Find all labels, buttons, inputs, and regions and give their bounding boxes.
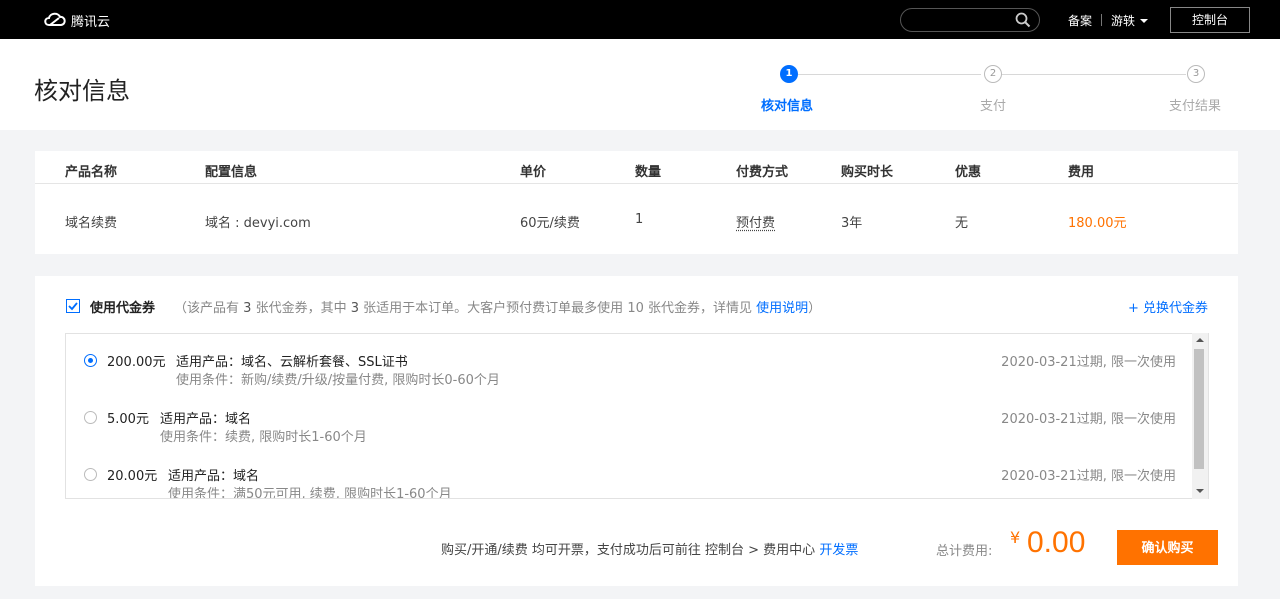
voucher-desc-text: 张适用于本订单。大客户预付费订单最多使用 <box>363 301 624 316</box>
voucher-radio-selected[interactable] <box>84 354 97 367</box>
issue-invoice-link[interactable]: 开发票 <box>819 543 858 558</box>
voucher-expiry: 2020-03-21过期, 限一次使用 <box>1001 355 1176 370</box>
top-nav-bar: 腾讯云 备案 游轶 控制台 <box>0 0 1280 39</box>
voucher-count-max: 10 <box>627 301 644 316</box>
scroll-down-icon[interactable] <box>1196 489 1204 493</box>
voucher-item[interactable]: 5.00元 适用产品：域名 使用条件：续费, 限购时长1-60个月 2020-0… <box>66 408 1176 458</box>
invoice-note-text: 购买/开通/续费 均可开票，支付成功后可前往 控制台 > 费用中心 <box>441 543 816 558</box>
step-3-label: 支付结果 <box>1169 99 1222 114</box>
voucher-condition: 使用条件：新购/续费/升级/按量付费, 限购时长0-60个月 <box>176 373 500 388</box>
voucher-scope: 适用产品：域名 <box>160 412 252 427</box>
voucher-condition: 使用条件：续费, 限购时长1-60个月 <box>160 430 367 445</box>
progress-steps: 1 2 3 核对信息 支付 支付结果 <box>0 39 1280 130</box>
voucher-amount: 200.00元 <box>107 355 166 370</box>
page-header: 核对信息 1 2 3 核对信息 支付 支付结果 <box>0 39 1280 130</box>
voucher-panel: 使用代金券 （该产品有 3 张代金券，其中 3 张适用于本订单。大客户预付费订单… <box>35 276 1238 586</box>
step-connector <box>798 74 981 75</box>
beian-link[interactable]: 备案 <box>1068 12 1092 29</box>
col-billing-mode: 付费方式 <box>736 165 789 180</box>
voucher-list[interactable]: 200.00元 适用产品：域名、云解析套餐、SSL证书 使用条件：新购/续费/升… <box>65 333 1209 499</box>
col-quantity: 数量 <box>635 165 662 180</box>
step-2-label: 支付 <box>980 99 1007 114</box>
table-header: 产品名称 配置信息 单价 数量 付费方式 购买时长 优惠 费用 <box>35 151 1238 184</box>
use-voucher-checkbox[interactable] <box>66 299 80 313</box>
voucher-desc-text: 张代金券，其中 <box>255 301 347 316</box>
voucher-desc-text: ） <box>808 301 822 316</box>
console-button[interactable]: 控制台 <box>1170 7 1250 33</box>
search-input[interactable] <box>900 8 1040 32</box>
cell-discount: 无 <box>955 216 969 231</box>
cell-config: 域名 : devyi.com <box>205 216 311 231</box>
voucher-radio[interactable] <box>84 411 97 424</box>
voucher-radio[interactable] <box>84 468 97 481</box>
voucher-scope: 适用产品：域名、云解析套餐、SSL证书 <box>176 355 408 370</box>
voucher-item[interactable]: 200.00元 适用产品：域名、云解析套餐、SSL证书 使用条件：新购/续费/升… <box>66 351 1176 401</box>
step-connector <box>1002 74 1186 75</box>
voucher-desc-text: 张代金券，详情见 <box>648 301 753 316</box>
invoice-note: 购买/开通/续费 均可开票，支付成功后可前往 控制台 > 费用中心 开发票 <box>441 539 858 558</box>
cloud-logo-icon <box>44 12 66 26</box>
total-label: 总计费用: <box>936 544 993 559</box>
voucher-title: 使用代金券 <box>90 301 156 316</box>
voucher-expiry: 2020-03-21过期, 限一次使用 <box>1001 469 1176 484</box>
search-icon[interactable] <box>1015 12 1031 28</box>
order-table: 产品名称 配置信息 单价 数量 付费方式 购买时长 优惠 费用 域名续费 域名 … <box>35 151 1238 254</box>
voucher-expiry: 2020-03-21过期, 限一次使用 <box>1001 412 1176 427</box>
scrollbar-thumb[interactable] <box>1194 349 1204 469</box>
voucher-condition: 使用条件：满50元可用, 续费, 限购时长1-60个月 <box>168 487 452 499</box>
currency-symbol: ¥ <box>1010 528 1021 547</box>
col-fee: 费用 <box>1068 165 1095 180</box>
step-2-circle: 2 <box>984 65 1002 83</box>
cell-duration: 3年 <box>841 216 863 231</box>
voucher-amount: 5.00元 <box>107 412 149 427</box>
cell-fee: 180.00元 <box>1068 216 1127 231</box>
cell-billing-mode[interactable]: 预付费 <box>736 212 775 231</box>
voucher-list-scrollbar[interactable] <box>1192 333 1208 499</box>
voucher-desc-text: （该产品有 <box>174 301 240 316</box>
checkmark-icon <box>68 302 78 311</box>
nav-divider <box>1101 14 1103 26</box>
col-unit-price: 单价 <box>520 165 547 180</box>
chevron-down-icon <box>1140 19 1149 23</box>
col-product-name: 产品名称 <box>65 165 118 180</box>
step-1-label: 核对信息 <box>761 99 814 114</box>
confirm-purchase-button[interactable]: 确认购买 <box>1117 530 1218 565</box>
voucher-item[interactable]: 20.00元 适用产品：域名 使用条件：满50元可用, 续费, 限购时长1-60… <box>66 465 1176 499</box>
step-3-circle: 3 <box>1187 65 1205 83</box>
total-amount: 0.00 <box>1027 526 1086 559</box>
col-config: 配置信息 <box>205 165 258 180</box>
cell-product-name: 域名续费 <box>65 216 118 231</box>
user-name: 游轶 <box>1111 13 1136 28</box>
redeem-voucher-link[interactable]: + 兑换代金券 <box>1128 297 1208 316</box>
voucher-count-total: 3 <box>243 301 252 316</box>
cell-unit-price: 60元/续费 <box>520 216 580 231</box>
brand-logo[interactable]: 腾讯云 <box>42 10 110 30</box>
usage-guide-link[interactable]: 使用说明 <box>756 301 808 316</box>
voucher-scope: 适用产品：域名 <box>168 469 260 484</box>
voucher-count-usable: 3 <box>350 301 360 316</box>
voucher-amount: 20.00元 <box>107 469 158 484</box>
scroll-up-icon[interactable] <box>1196 338 1204 342</box>
voucher-description: （该产品有 3 张代金券，其中 3 张适用于本订单。大客户预付费订单最多使用 1… <box>174 297 821 316</box>
brand-name: 腾讯云 <box>71 14 111 30</box>
step-1-circle: 1 <box>780 65 798 83</box>
nav-links: 备案 游轶 <box>1068 11 1149 29</box>
user-menu[interactable]: 游轶 <box>1111 12 1149 29</box>
cell-quantity: 1 <box>635 212 644 227</box>
col-duration: 购买时长 <box>841 165 894 180</box>
col-discount: 优惠 <box>955 165 982 180</box>
